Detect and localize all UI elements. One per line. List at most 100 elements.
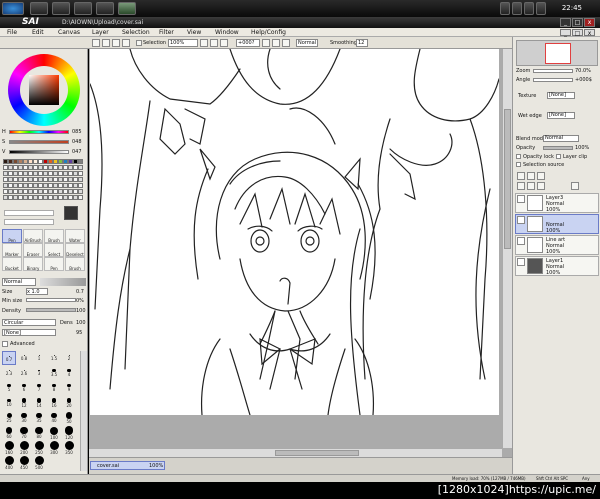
navigator-angle-slider[interactable]: [533, 78, 573, 82]
tool-brush[interactable]: Brush: [65, 257, 85, 271]
zoom-reset-icon[interactable]: [220, 39, 228, 47]
brush-size-cell[interactable]: 3.5: [47, 366, 61, 380]
brush-size-cell[interactable]: 10: [2, 396, 16, 410]
color-swatch[interactable]: [78, 171, 83, 176]
color-swatch[interactable]: [78, 165, 83, 170]
brush-size-cell[interactable]: 60: [2, 426, 16, 440]
layer-visibility-eye-icon[interactable]: [517, 195, 525, 203]
taskbar-app-2[interactable]: [52, 2, 70, 15]
flip-icon[interactable]: [282, 39, 290, 47]
brush-texture-select[interactable]: [None]: [2, 329, 56, 336]
document-tab[interactable]: cover.sai 100%: [90, 461, 165, 470]
minimize-button[interactable]: _: [560, 18, 571, 27]
taskbar-app-sai[interactable]: [118, 2, 136, 15]
deselect-icon[interactable]: [112, 39, 120, 47]
brush-size-cell[interactable]: 400: [2, 456, 16, 470]
menu-canvas[interactable]: Canvas: [58, 29, 80, 36]
tray-icon-1[interactable]: [500, 2, 510, 15]
clear-layer-icon[interactable]: [537, 182, 545, 190]
tool-airbrush[interactable]: AirBrush: [23, 229, 43, 243]
brush-size-cell[interactable]: 2: [62, 351, 76, 365]
zoom-field[interactable]: 100%: [168, 39, 198, 47]
color-swatch[interactable]: [78, 177, 83, 182]
layer-item[interactable]: Layer1 Normal 100%: [515, 256, 599, 276]
color-swatch[interactable]: [78, 195, 83, 200]
brush-shape-preview[interactable]: [40, 278, 86, 286]
color-swatch[interactable]: [78, 159, 83, 164]
menu-view[interactable]: View: [187, 29, 201, 36]
redo-icon[interactable]: [102, 39, 110, 47]
maximize-button[interactable]: □: [572, 18, 583, 27]
start-button[interactable]: [2, 2, 24, 15]
zoom-in-icon[interactable]: [210, 39, 218, 47]
opacity-lock-checkbox[interactable]: [516, 154, 521, 159]
vertical-scrollbar[interactable]: [502, 49, 512, 448]
delete-layer-icon[interactable]: [571, 182, 579, 190]
blend-field[interactable]: Normal: [296, 39, 318, 47]
drawing-canvas[interactable]: [89, 49, 500, 416]
doc-maximize-button[interactable]: □: [572, 29, 583, 37]
brush-size-scrollbar[interactable]: [80, 351, 87, 471]
brush-size-cell[interactable]: 100: [47, 426, 61, 440]
brush-size-cell[interactable]: 40: [47, 411, 61, 425]
rotate-left-icon[interactable]: [262, 39, 270, 47]
doc-minimize-button[interactable]: _: [560, 29, 571, 37]
size-multiplier[interactable]: x 1.0: [26, 288, 48, 295]
tray-icon-3[interactable]: [524, 2, 534, 15]
merge-down-icon[interactable]: [527, 182, 535, 190]
smoothing-field[interactable]: 12: [356, 39, 368, 47]
tool-bucket[interactable]: Bucket: [2, 257, 22, 271]
layer-visibility-eye-icon[interactable]: [517, 237, 525, 245]
color-swatch[interactable]: [78, 189, 83, 194]
selection-source-checkbox[interactable]: [516, 162, 521, 167]
brush-size-cell[interactable]: 50: [62, 411, 76, 425]
color-wheel[interactable]: [8, 54, 80, 126]
layer-item[interactable]: Line art Normal 100%: [515, 235, 599, 255]
brush-size-cell[interactable]: 160: [2, 441, 16, 455]
brush-size-cell[interactable]: 80: [32, 426, 46, 440]
brush-mode-select[interactable]: Normal: [2, 278, 36, 286]
close-button[interactable]: x: [584, 18, 595, 27]
brush-size-cell[interactable]: 5: [2, 381, 16, 395]
taskbar-app-3[interactable]: [74, 2, 92, 15]
navigator-preview[interactable]: [516, 40, 598, 66]
brush-size-cell[interactable]: 350: [62, 441, 76, 455]
opacity-slider[interactable]: [543, 146, 573, 150]
tool-pen[interactable]: Pen: [44, 257, 64, 271]
menu-layer[interactable]: Layer: [92, 29, 109, 36]
layer-visibility-eye-icon[interactable]: [517, 216, 525, 224]
tool-marker[interactable]: Marker: [2, 243, 22, 257]
menu-edit[interactable]: Edit: [32, 29, 44, 36]
menu-filter[interactable]: Filter: [159, 29, 174, 36]
doc-close-button[interactable]: x: [584, 29, 595, 37]
brush-size-cell[interactable]: 25: [2, 411, 16, 425]
value-slider[interactable]: [9, 150, 69, 154]
horizontal-scroll-thumb[interactable]: [275, 450, 359, 456]
brush-size-cell[interactable]: 200: [17, 441, 31, 455]
brush-size-cell[interactable]: 4: [62, 366, 76, 380]
hue-slider[interactable]: [9, 130, 69, 134]
layer-clip-checkbox[interactable]: [556, 154, 561, 159]
brush-size-cell[interactable]: 2.6: [17, 366, 31, 380]
min-size-slider[interactable]: [26, 298, 76, 302]
menu-file[interactable]: File: [7, 29, 17, 36]
menu-help[interactable]: Help/Config: [251, 29, 286, 36]
brush-size-cell[interactable]: 300: [47, 441, 61, 455]
tool-deselect[interactable]: Deselect: [65, 243, 85, 257]
brush-size-cell[interactable]: 1: [32, 351, 46, 365]
horizontal-scrollbar[interactable]: [89, 448, 502, 457]
menu-selection[interactable]: Selection: [122, 29, 150, 36]
brush-size-cell[interactable]: 30: [17, 411, 31, 425]
new-layer-icon[interactable]: [517, 172, 525, 180]
brush-size-cell[interactable]: 0.8: [17, 351, 31, 365]
brush-size-cell[interactable]: 0.7: [2, 351, 16, 365]
density-slider[interactable]: [26, 308, 76, 312]
layer-visibility-eye-icon[interactable]: [517, 258, 525, 266]
texture-select[interactable]: [None]: [547, 92, 575, 99]
brush-size-cell[interactable]: 20: [62, 396, 76, 410]
invert-selection-icon[interactable]: [122, 39, 130, 47]
tray-icon-2[interactable]: [512, 2, 522, 15]
brush-size-cell[interactable]: 12: [17, 396, 31, 410]
tool-eraser[interactable]: Eraser: [23, 243, 43, 257]
layer-item[interactable]: Layer3 Normal 100%: [515, 193, 599, 213]
